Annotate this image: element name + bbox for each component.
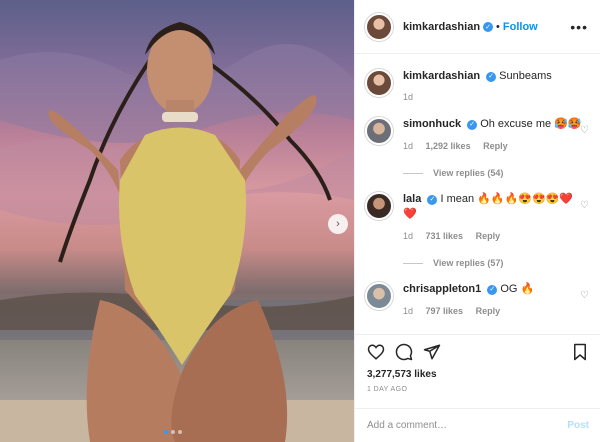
like-heart-icon[interactable] [367,343,385,361]
add-comment-input[interactable] [367,420,568,431]
comment-row: simonhuck ✓ Oh excuse me 🥵🥵 1d 1,292 lik… [365,117,591,154]
commenter-avatar[interactable] [365,117,393,145]
carousel-dot-2 [171,430,175,434]
view-replies-button[interactable]: View replies (57) [403,258,591,268]
comment-likes[interactable]: 1,292 likes [426,141,471,151]
reply-button[interactable]: Reply [476,231,501,241]
comment-text: OG [500,283,518,295]
comment-time: 1d [403,141,414,151]
comment-time: 1d [403,231,414,241]
carousel-dot-1 [164,430,168,434]
post-date[interactable]: 1 DAY AGO [355,380,600,393]
comment-body: chrisappleton1 ✓ OG 🔥 1d 797 likes Reply [403,282,591,319]
comment-body: lala ✓ I mean 🔥🔥🔥😍😍😍❤️ ❤️ 1d 731 likes R… [403,192,591,244]
comment-emoji-line-2: ❤️ [403,208,417,220]
comment-time: 1d [403,306,414,316]
follow-button[interactable]: Follow [503,21,538,33]
comment-emoji: 🥵🥵 [554,118,582,130]
comment-likes[interactable]: 731 likes [426,231,464,241]
comment-like-heart-icon[interactable]: ♡ [580,290,589,301]
reply-button[interactable]: Reply [476,306,501,316]
commenter-username[interactable]: chrisappleton1 [403,283,481,295]
carousel-dots [164,430,182,434]
post-like-count[interactable]: 3,277,573 likes [355,361,600,380]
bookmark-icon[interactable] [571,343,589,361]
comment-row: chrisappleton1 ✓ OG 🔥 1d 797 likes Reply… [365,282,591,319]
reply-button[interactable]: Reply [483,141,508,151]
verified-badge-icon: ✓ [483,21,494,32]
author-avatar[interactable] [365,12,393,41]
caption-avatar[interactable] [365,69,393,97]
author-username[interactable]: kimkardashian [403,21,480,33]
verified-badge-icon: ✓ [487,284,498,295]
post-actions: 3,277,573 likes 1 DAY AGO Post [355,334,600,442]
caption-time: 1d [403,92,414,102]
comment-icon[interactable] [395,343,413,361]
comment-row: lala ✓ I mean 🔥🔥🔥😍😍😍❤️ ❤️ 1d 731 likes R… [365,192,591,244]
comment-text: Oh excuse me [480,118,552,130]
action-icons [355,335,600,361]
comments-list[interactable]: kimkardashian ✓ Sunbeams 1d simonhuck ✓ … [355,55,600,333]
photo-illustration [0,22,354,442]
caption-text: Sunbeams [499,70,552,82]
verified-badge-icon: ✓ [427,194,438,205]
commenter-username[interactable]: lala [403,193,421,205]
more-options-icon[interactable]: ••• [570,19,588,35]
commenter-avatar[interactable] [365,282,393,310]
verified-badge-icon: ✓ [486,71,497,82]
carousel-dot-3 [178,430,182,434]
caption-row: kimkardashian ✓ Sunbeams 1d [365,69,591,105]
comment-likes[interactable]: 797 likes [426,306,464,316]
commenter-username[interactable]: simonhuck [403,118,461,130]
view-replies-button[interactable]: View replies (54) [403,168,591,178]
comment-emoji: 🔥🔥🔥😍😍😍❤️ [477,193,574,205]
view-replies-line [403,172,423,174]
caption-username[interactable]: kimkardashian [403,70,480,82]
comment-body: simonhuck ✓ Oh excuse me 🥵🥵 1d 1,292 lik… [403,117,591,154]
view-replies-line [403,262,423,264]
add-comment-bar: Post [355,408,600,442]
comment-like-heart-icon[interactable]: ♡ [580,200,589,211]
post-comment-button[interactable]: Post [567,420,589,431]
post-header: kimkardashian ✓ • Follow ••• [355,0,600,54]
comment-like-heart-icon[interactable]: ♡ [580,125,589,136]
commenter-avatar[interactable] [365,192,393,220]
caption-body: kimkardashian ✓ Sunbeams 1d [403,69,591,105]
comment-text: I mean [440,193,475,205]
post-side-panel: kimkardashian ✓ • Follow ••• kimkardashi… [354,0,600,442]
share-icon[interactable] [423,343,441,361]
header-separator: • [496,20,500,33]
next-slide-button[interactable]: › [328,214,348,234]
comment-emoji: 🔥 [520,283,535,295]
post-photo[interactable]: › [0,0,354,442]
verified-badge-icon: ✓ [467,119,478,130]
